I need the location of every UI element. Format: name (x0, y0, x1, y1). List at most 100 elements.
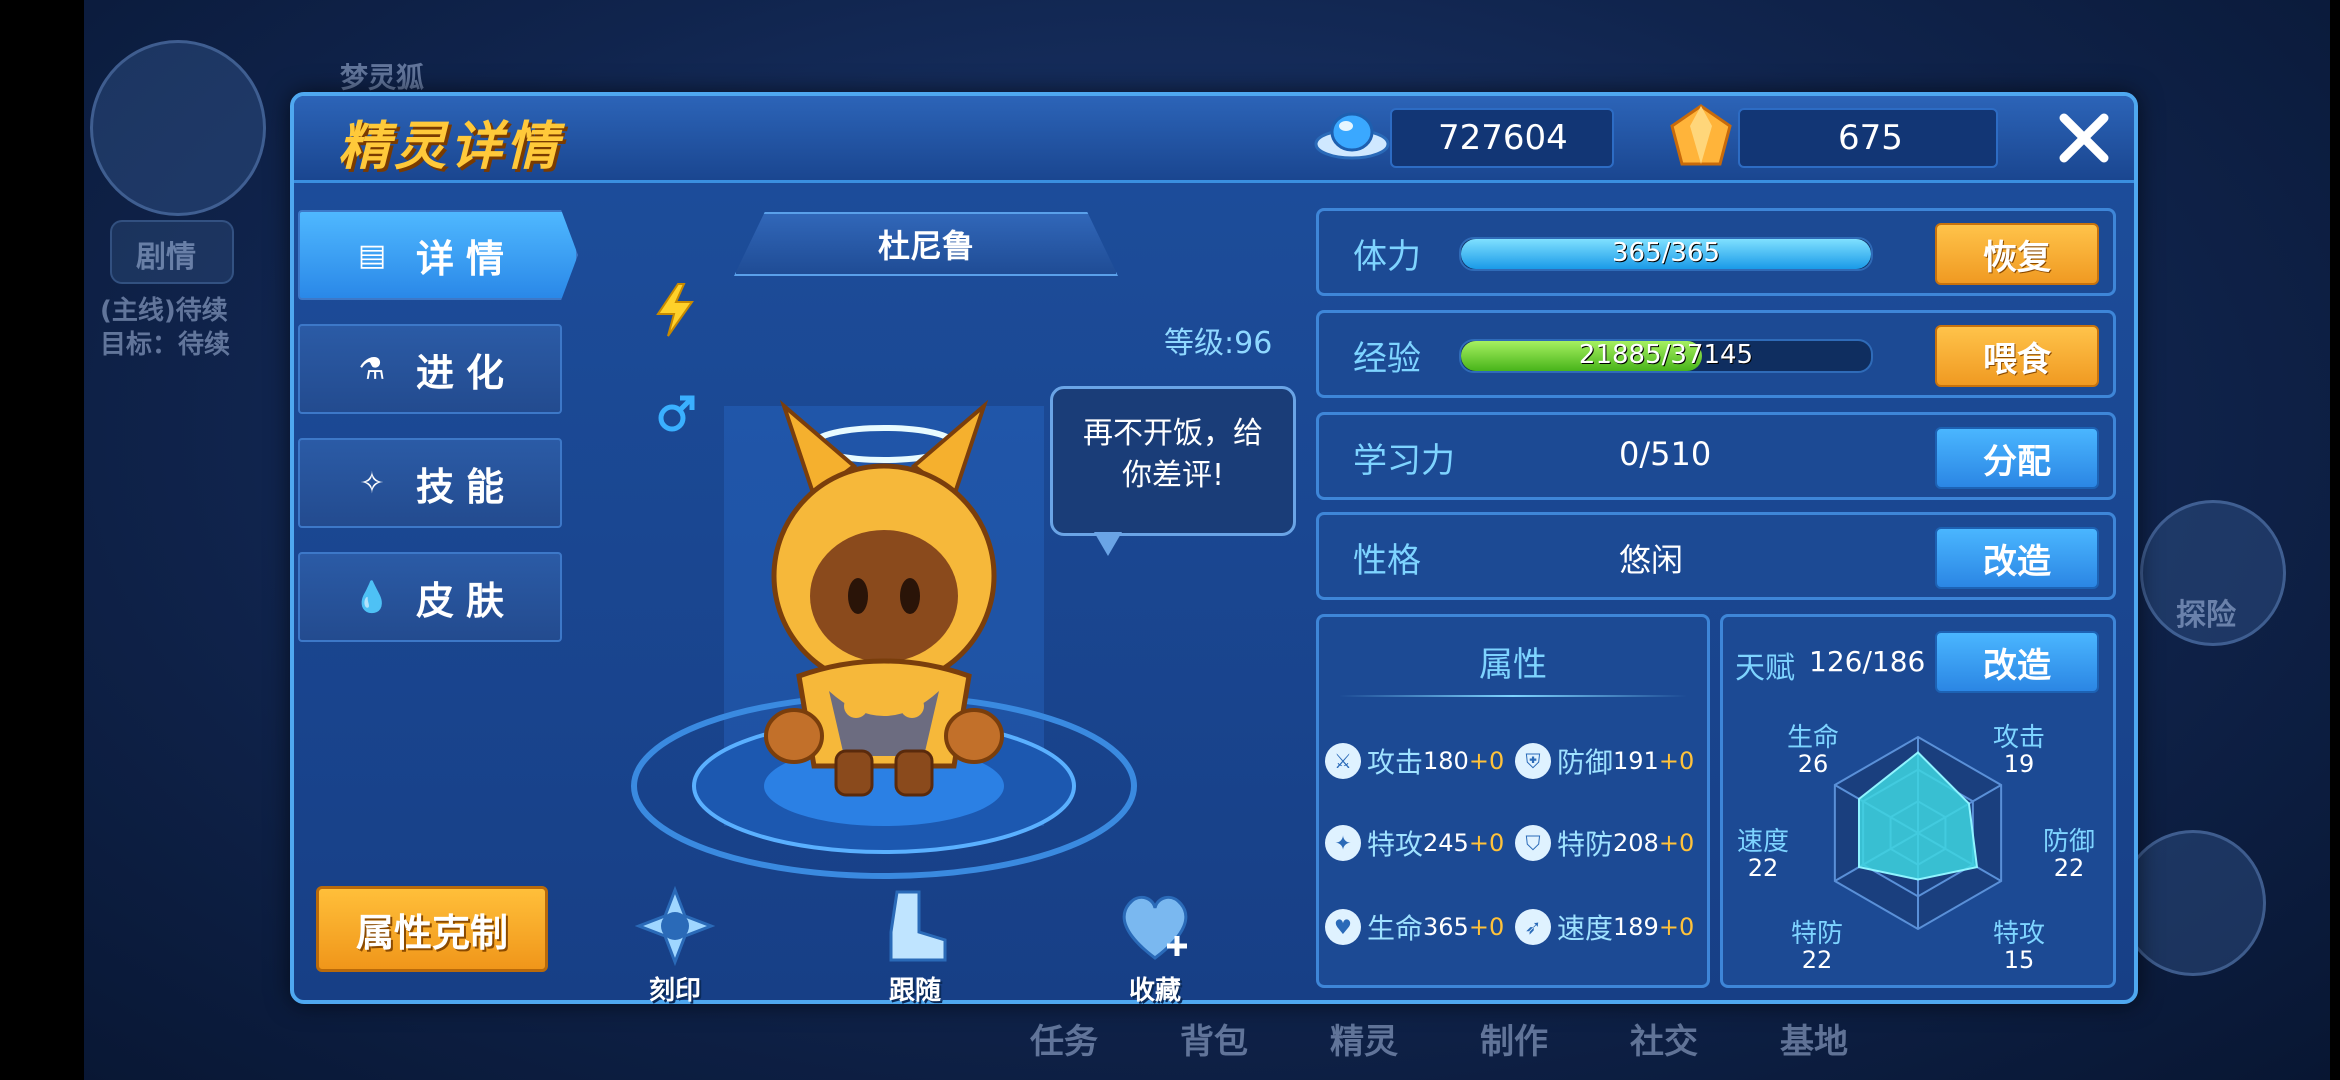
flask-icon: ⚗ (358, 351, 386, 387)
speed-icon: ➶ (1515, 909, 1551, 945)
restore-button[interactable]: 恢复 (1935, 223, 2099, 285)
attr-attack: ⚔ 攻击 180 +0 (1325, 741, 1504, 781)
radar-label-sp-attack: 特攻 15 (1979, 921, 2059, 973)
speech-line-1: 再不开饭，给 (1083, 416, 1263, 451)
radar-sp-defense-name: 特防 (1790, 919, 1843, 949)
bg-nav-social: 社交 (1630, 1022, 1698, 1062)
radar-label-sp-defense: 特防 22 (1777, 921, 1857, 973)
attr-hp-bonus: +0 (1468, 913, 1505, 941)
attr-speed: ➶ 速度 189 +0 (1515, 907, 1694, 947)
attr-defense-name: 防御 (1557, 746, 1614, 779)
attr-attack-value: 180 (1423, 747, 1469, 775)
attr-speed-value: 189 (1613, 913, 1659, 941)
radar-speed-name: 速度 (1736, 827, 1789, 857)
details-icon: ▤ (357, 237, 387, 273)
stamina-value: 365/365 (1611, 238, 1720, 268)
attr-speed-bonus: +0 (1658, 913, 1695, 941)
pet-name: 杜尼鲁 (877, 227, 974, 265)
exp-bar: 21885/37145 (1459, 339, 1873, 373)
radar-hp-value: 26 (1797, 750, 1829, 778)
tab-evolve[interactable]: ⚗ 进化 (298, 324, 562, 414)
radar-sp-defense-value: 22 (1801, 946, 1833, 974)
attr-sp-attack: ✦ 特攻 245 +0 (1325, 823, 1504, 863)
type-counter-button[interactable]: 属性克制 (316, 886, 548, 972)
bg-chat-button (2120, 830, 2266, 976)
radar-defense-name: 防御 (2042, 827, 2095, 857)
bg-quest-goal: 目标：待续 (100, 330, 231, 360)
attr-sp-attack-bonus: +0 (1468, 829, 1505, 857)
pet-name-plate: 杜尼鲁 (734, 212, 1118, 276)
nature-label: 性格 (1353, 541, 1421, 581)
bg-nav-bag: 背包 (1180, 1022, 1248, 1062)
talent-value: 126/186 (1809, 645, 1926, 678)
exp-label: 经验 (1353, 339, 1421, 379)
attributes-title: 属性 (1479, 645, 1547, 685)
attr-sp-defense-name: 特防 (1557, 828, 1614, 861)
tab-skins[interactable]: 💧 皮肤 (298, 552, 562, 642)
learning-label: 学习力 (1353, 441, 1455, 481)
attributes-panel: 属性 ⚔ 攻击 180 +0 ⛨ 防御 191 +0 ✦ 特攻 245 +0 ⛉… (1316, 614, 1710, 988)
pet-level: 等级:96 (1164, 326, 1273, 361)
radar-speed-value: 22 (1747, 854, 1779, 882)
bg-nav-craft: 制作 (1480, 1022, 1548, 1062)
diamond-icon (1666, 102, 1736, 172)
coin-icon (1312, 104, 1390, 168)
imprint-icon (634, 885, 716, 967)
allocate-button[interactable]: 分配 (1935, 427, 2099, 489)
close-icon (2059, 113, 2109, 163)
talent-panel: 天赋 126/186 改造 生命 26 攻击 19 防御 22 特攻 15 特防… (1720, 614, 2116, 988)
radar-label-speed: 速度 22 (1723, 829, 1803, 881)
bg-avatar (90, 40, 266, 216)
heart-plus-icon (1122, 895, 1188, 960)
sparkle-icon: ✧ (359, 465, 385, 501)
diamond-value: 675 (1838, 118, 1903, 158)
attack-icon: ⚔ (1325, 743, 1361, 779)
radar-attack-value: 19 (2003, 750, 2035, 778)
tab-skills[interactable]: ✧ 技能 (298, 438, 562, 528)
favorite-label: 收藏 (1128, 976, 1181, 1006)
follow-label: 跟随 (888, 976, 941, 1006)
sp-attack-icon: ✦ (1325, 825, 1361, 861)
imprint-button[interactable]: 刻印 (620, 885, 730, 1007)
nature-modify-button[interactable]: 改造 (1935, 527, 2099, 589)
bg-nav-pets: 精灵 (1330, 1022, 1398, 1062)
letterbox-left (0, 0, 84, 1080)
hp-icon: ♥ (1325, 909, 1361, 945)
radar-label-attack: 攻击 19 (1979, 725, 2059, 777)
radar-label-defense: 防御 22 (2029, 829, 2109, 881)
nature-value: 悠闲 (1619, 541, 1684, 579)
bg-nav-base: 基地 (1780, 1022, 1848, 1062)
feed-button[interactable]: 喂食 (1935, 325, 2099, 387)
exp-value: 21885/37145 (1578, 340, 1754, 370)
tab-details[interactable]: ▤ 详情 (298, 210, 578, 300)
attr-attack-bonus: +0 (1468, 747, 1505, 775)
panel-title: 精灵详情 (338, 117, 563, 177)
coin-value: 727604 (1438, 118, 1568, 158)
attr-sp-attack-value: 245 (1423, 829, 1469, 857)
nature-row: 性格 悠闲 改造 (1316, 512, 2116, 600)
imprint-label: 刻印 (648, 976, 701, 1006)
favorite-button[interactable]: 收藏 (1100, 886, 1210, 1007)
bg-nav-task: 任务 (1030, 1022, 1098, 1062)
attr-sp-defense: ⛉ 特防 208 +0 (1515, 823, 1694, 863)
close-button[interactable] (2054, 108, 2114, 168)
bg-story-label: 剧情 (136, 240, 196, 275)
bg-quest-line: (主线)待续 (100, 296, 228, 326)
attr-hp-name: 生命 (1367, 912, 1424, 945)
bg-explore-label: 探险 (2176, 598, 2236, 633)
defense-icon: ⛨ (1515, 743, 1551, 779)
attr-sp-defense-bonus: +0 (1658, 829, 1695, 857)
radar-attack-name: 攻击 (1992, 723, 2045, 753)
attr-sp-defense-value: 208 (1613, 829, 1659, 857)
tab-skins-label: 皮肤 (416, 578, 517, 623)
learning-row: 学习力 0/510 分配 (1316, 412, 2116, 500)
letterbox-right (2330, 0, 2340, 1080)
radar-hp-name: 生命 (1786, 723, 1839, 753)
stamina-bar: 365/365 (1459, 237, 1873, 271)
follow-button[interactable]: 跟随 (860, 886, 970, 1007)
tab-skills-label: 技能 (416, 464, 517, 509)
speech-bubble: 再不开饭，给 你差评! (1050, 386, 1296, 536)
attributes-divider (1339, 695, 1687, 697)
exp-row: 经验 21885/37145 喂食 (1316, 310, 2116, 398)
boot-icon (889, 890, 947, 962)
